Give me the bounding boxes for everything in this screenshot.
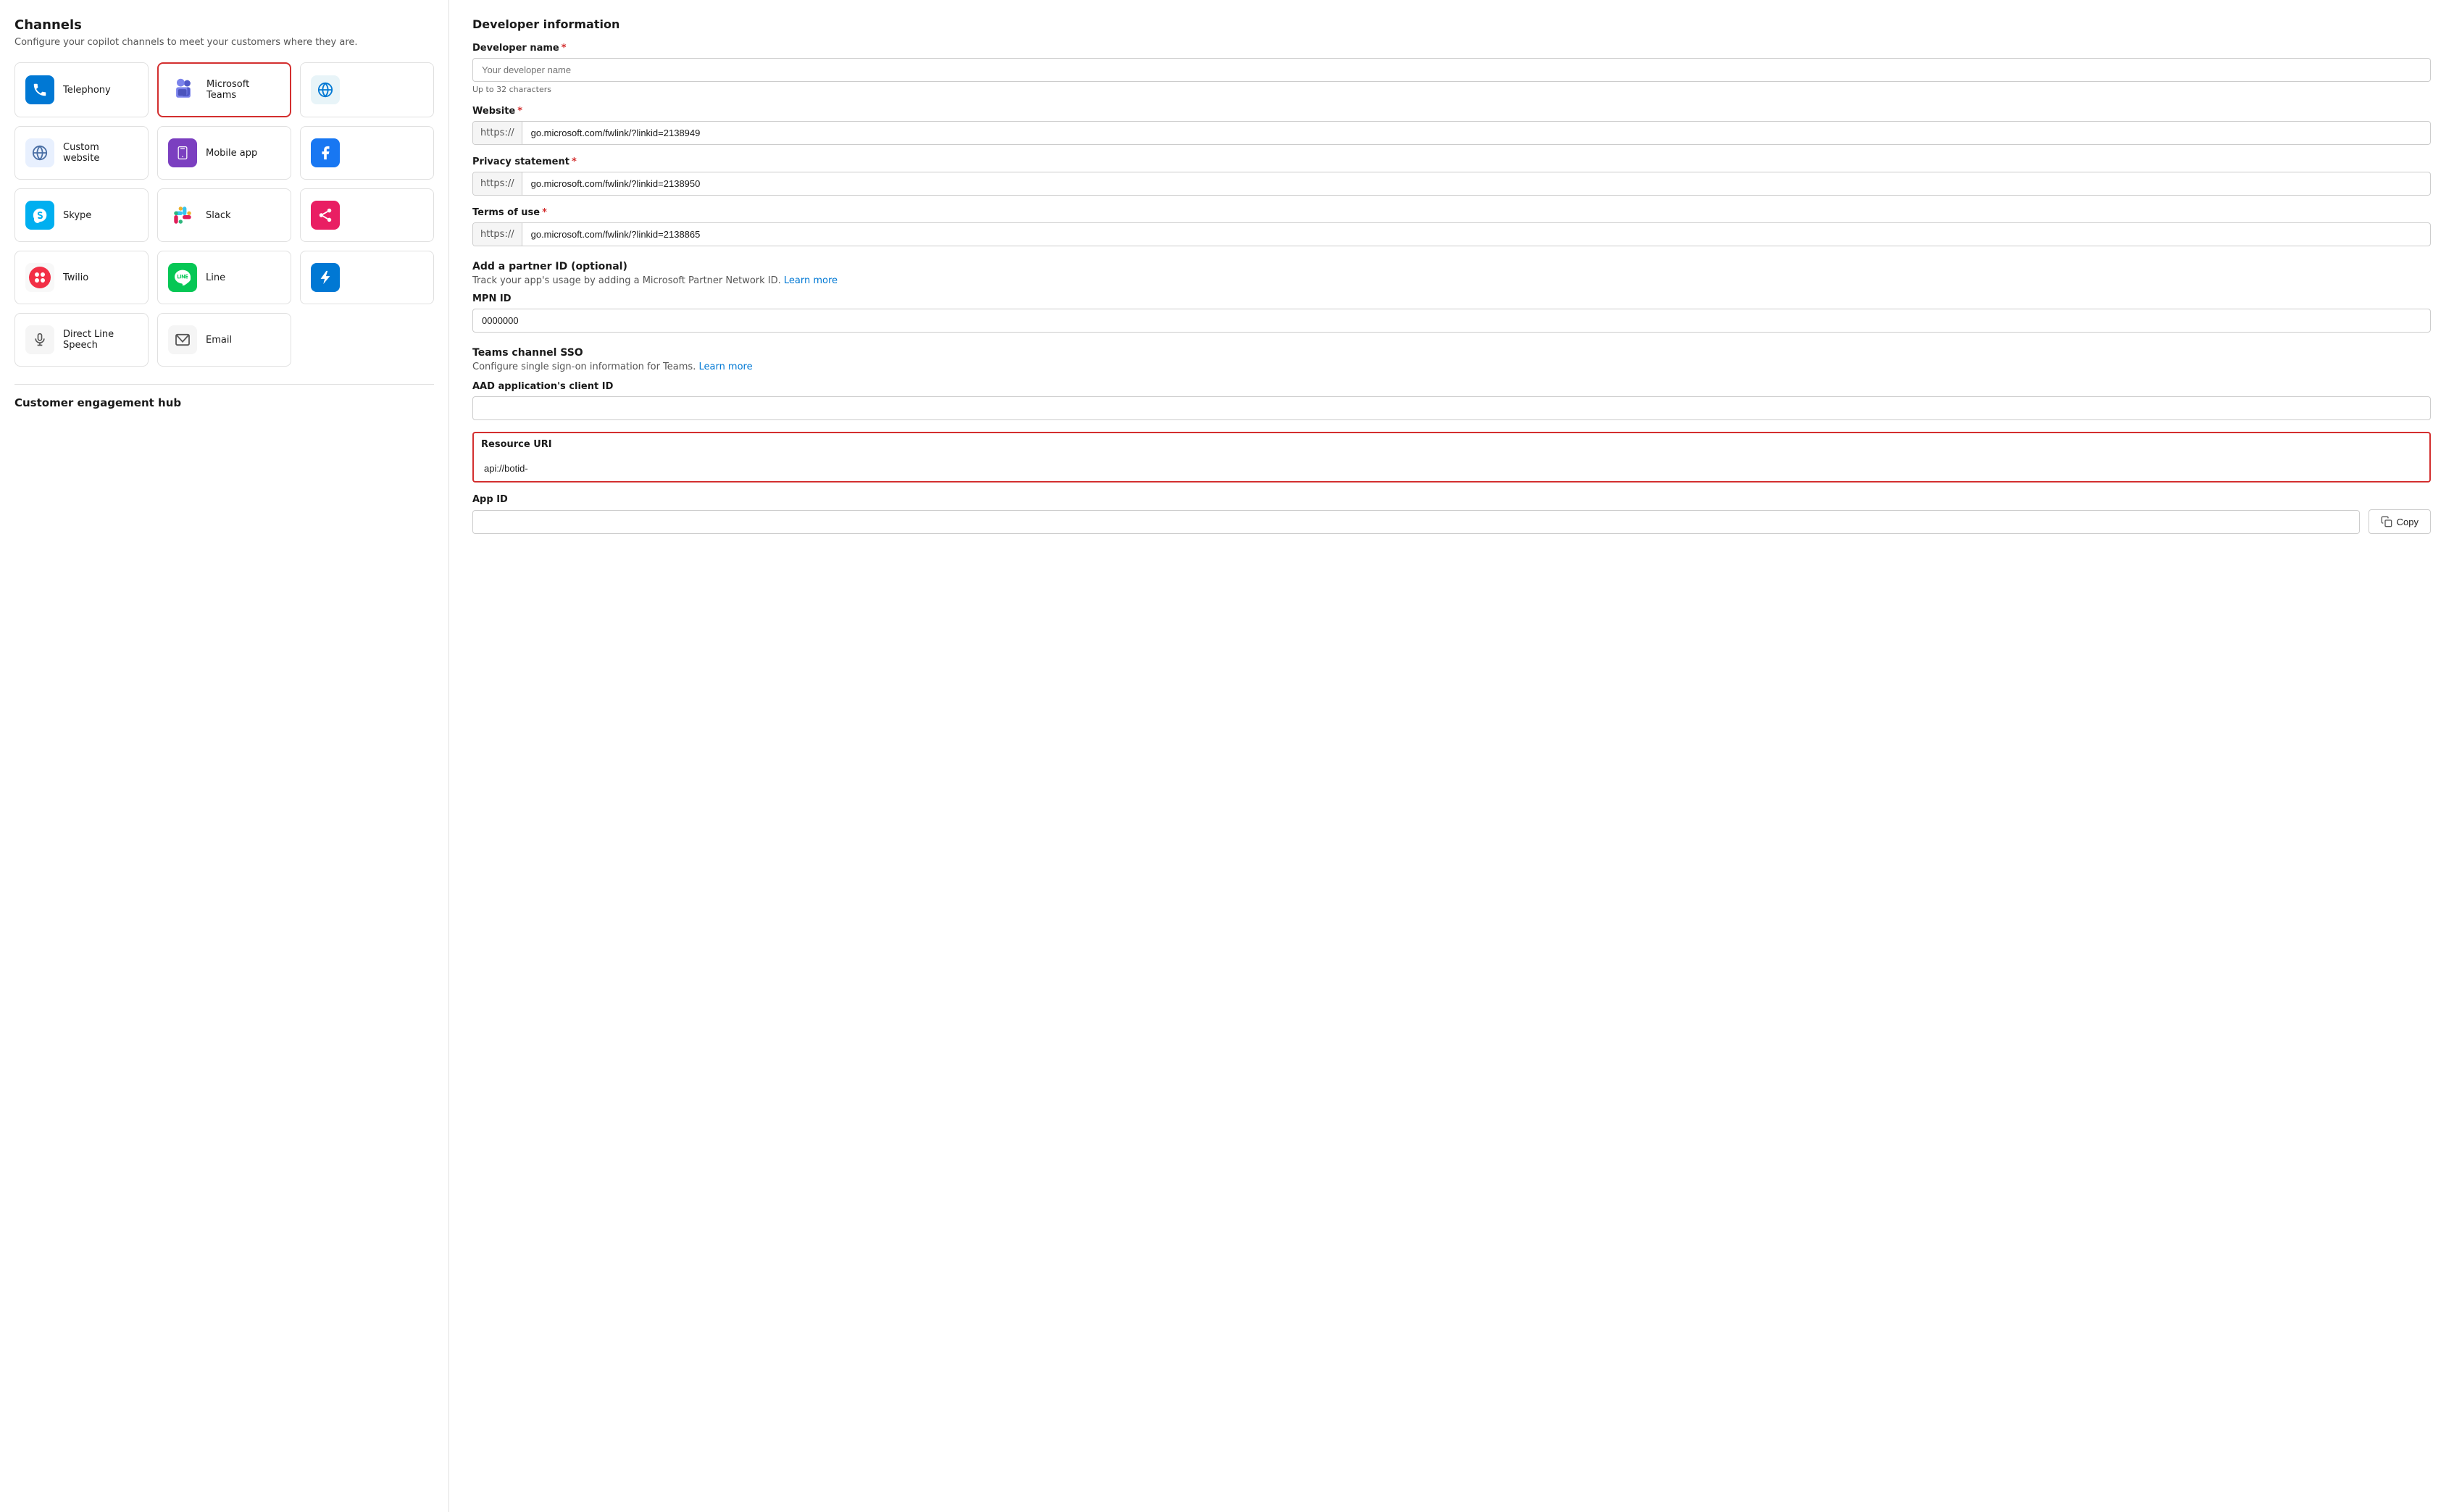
partner-section: Add a partner ID (optional) Track your a… (472, 261, 2431, 333)
channel-partial-4[interactable] (300, 251, 434, 304)
share-icon (311, 201, 340, 230)
azure-icon (311, 263, 340, 292)
terms-prefix: https:// (473, 223, 522, 246)
twilio-icon (25, 263, 54, 292)
terms-input-wrapper: https:// (472, 222, 2431, 246)
sso-title: Teams channel SSO (472, 347, 2431, 359)
slack-label: Slack (206, 210, 231, 221)
website-input[interactable] (522, 122, 2430, 144)
channel-partial-2[interactable] (300, 126, 434, 180)
email-label: Email (206, 335, 232, 346)
channel-partial-3[interactable] (300, 188, 434, 242)
terms-group: Terms of use * https:// (472, 207, 2431, 246)
channel-telephony[interactable]: Telephony (14, 62, 149, 117)
website-icon (25, 138, 54, 167)
website-input-wrapper: https:// (472, 121, 2431, 145)
email-icon (168, 325, 197, 354)
channel-skype[interactable]: Skype (14, 188, 149, 242)
app-id-row: Copy (472, 509, 2431, 534)
copy-button[interactable]: Copy (2369, 509, 2431, 534)
sso-section: Teams channel SSO Configure single sign-… (472, 347, 2431, 534)
app-id-label: App ID (472, 494, 2431, 505)
mpn-input[interactable] (472, 309, 2431, 333)
mobile-icon (168, 138, 197, 167)
left-panel: Channels Configure your copilot channels… (0, 0, 449, 1512)
terms-label: Terms of use * (472, 207, 2431, 218)
resource-uri-label: Resource URI (475, 435, 2428, 453)
channels-heading: Channels (14, 17, 434, 33)
partner-title: Add a partner ID (optional) (472, 261, 2431, 272)
copy-icon (2381, 516, 2392, 527)
channel-twilio[interactable]: Twilio (14, 251, 149, 304)
mobile-label: Mobile app (206, 148, 257, 159)
aad-client-id-label: AAD application's client ID (472, 381, 2431, 392)
channel-mobile[interactable]: Mobile app (157, 126, 291, 180)
developer-name-input[interactable] (472, 58, 2431, 82)
telephony-icon (25, 75, 54, 104)
aad-client-id-input[interactable] (472, 396, 2431, 420)
customer-hub: Customer engagement hub (14, 384, 434, 409)
line-icon (168, 263, 197, 292)
customer-hub-title: Customer engagement hub (14, 396, 434, 409)
partner-learn-more-link[interactable]: Learn more (784, 275, 838, 286)
sso-desc: Configure single sign-on information for… (472, 362, 2431, 372)
app-id-group: App ID Copy (472, 494, 2431, 534)
channels-grid: Telephony Microsoft Teams (14, 62, 434, 367)
resource-uri-input[interactable] (475, 457, 2428, 480)
website-prefix: https:// (473, 122, 522, 144)
developer-name-group: Developer name * Up to 32 characters (472, 43, 2431, 94)
slack-icon (168, 201, 197, 230)
speech-icon (25, 325, 54, 354)
website-label: Website * (472, 106, 2431, 117)
privacy-input-wrapper: https:// (472, 172, 2431, 196)
channel-partial-1[interactable] (300, 62, 434, 117)
custom-website-label: Custom website (63, 142, 138, 164)
twilio-label: Twilio (63, 272, 88, 283)
website-group: Website * https:// (472, 106, 2431, 145)
speech-label: Direct LineSpeech (63, 329, 114, 351)
channel-slack[interactable]: Slack (157, 188, 291, 242)
telephony-label: Telephony (63, 85, 111, 96)
line-label: Line (206, 272, 225, 283)
sso-learn-more-link[interactable]: Learn more (698, 362, 752, 372)
terms-input[interactable] (522, 223, 2430, 246)
channel-teams[interactable]: Microsoft Teams (157, 62, 291, 117)
channel-line[interactable]: Line (157, 251, 291, 304)
developer-name-hint: Up to 32 characters (472, 85, 2431, 94)
copy-label: Copy (2397, 517, 2418, 527)
privacy-prefix: https:// (473, 172, 522, 195)
channel-email[interactable]: Email (157, 313, 291, 367)
fb-icon (311, 138, 340, 167)
mpn-label: MPN ID (472, 293, 2431, 304)
teams-label: Microsoft Teams (206, 79, 280, 101)
developer-name-label: Developer name * (472, 43, 2431, 54)
aad-client-id-group: AAD application's client ID (472, 381, 2431, 420)
skype-label: Skype (63, 210, 91, 221)
developer-info-heading: Developer information (472, 17, 2431, 31)
teams-icon (169, 75, 198, 104)
privacy-label: Privacy statement * (472, 156, 2431, 167)
partner-desc: Track your app's usage by adding a Micro… (472, 275, 2431, 286)
app-id-input[interactable] (472, 510, 2360, 534)
skype-icon (25, 201, 54, 230)
privacy-group: Privacy statement * https:// (472, 156, 2431, 196)
resource-uri-group: Resource URI (472, 432, 2431, 483)
channel-custom-website[interactable]: Custom website (14, 126, 149, 180)
privacy-input[interactable] (522, 172, 2430, 195)
right-panel: Developer information Developer name * U… (449, 0, 2454, 1512)
channels-subtitle: Configure your copilot channels to meet … (14, 37, 434, 48)
partial-1-icon (311, 75, 340, 104)
required-marker: * (562, 43, 567, 54)
channel-speech[interactable]: Direct LineSpeech (14, 313, 149, 367)
